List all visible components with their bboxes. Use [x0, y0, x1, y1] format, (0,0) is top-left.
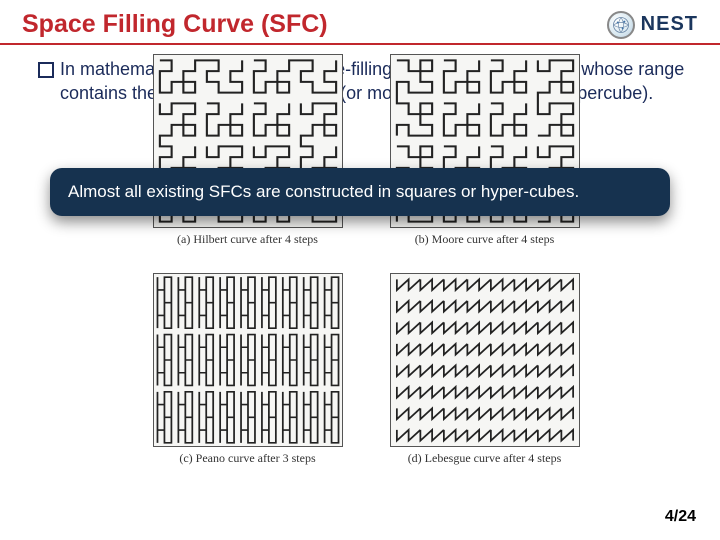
- title-row: Space Filling Curve (SFC) NEST: [0, 0, 720, 43]
- logo: NEST: [607, 11, 698, 39]
- peano-curve-icon: [153, 273, 343, 447]
- caption-a: (a) Hilbert curve after 4 steps: [177, 232, 318, 247]
- slide-title: Space Filling Curve (SFC): [22, 10, 328, 39]
- logo-text: NEST: [641, 13, 698, 36]
- figure-b: (b) Moore curve after 4 steps: [383, 54, 586, 255]
- callout-banner: Almost all existing SFCs are constructed…: [50, 168, 670, 216]
- slide: Space Filling Curve (SFC) NEST In mathem…: [0, 0, 720, 540]
- globe-icon: [607, 11, 635, 39]
- divider: [0, 43, 720, 45]
- lebesgue-curve-icon: [390, 273, 580, 447]
- figure-grid: (a) Hilbert curve after 4 steps: [146, 54, 586, 474]
- page-number: 4/24: [665, 508, 696, 526]
- figure-a: (a) Hilbert curve after 4 steps: [146, 54, 349, 255]
- figure-c: (c) Peano curve after 3 steps: [146, 273, 349, 474]
- figure-d: (d) Lebesgue curve after 4 steps: [383, 273, 586, 474]
- caption-c: (c) Peano curve after 3 steps: [179, 451, 315, 466]
- caption-d: (d) Lebesgue curve after 4 steps: [408, 451, 562, 466]
- caption-b: (b) Moore curve after 4 steps: [415, 232, 555, 247]
